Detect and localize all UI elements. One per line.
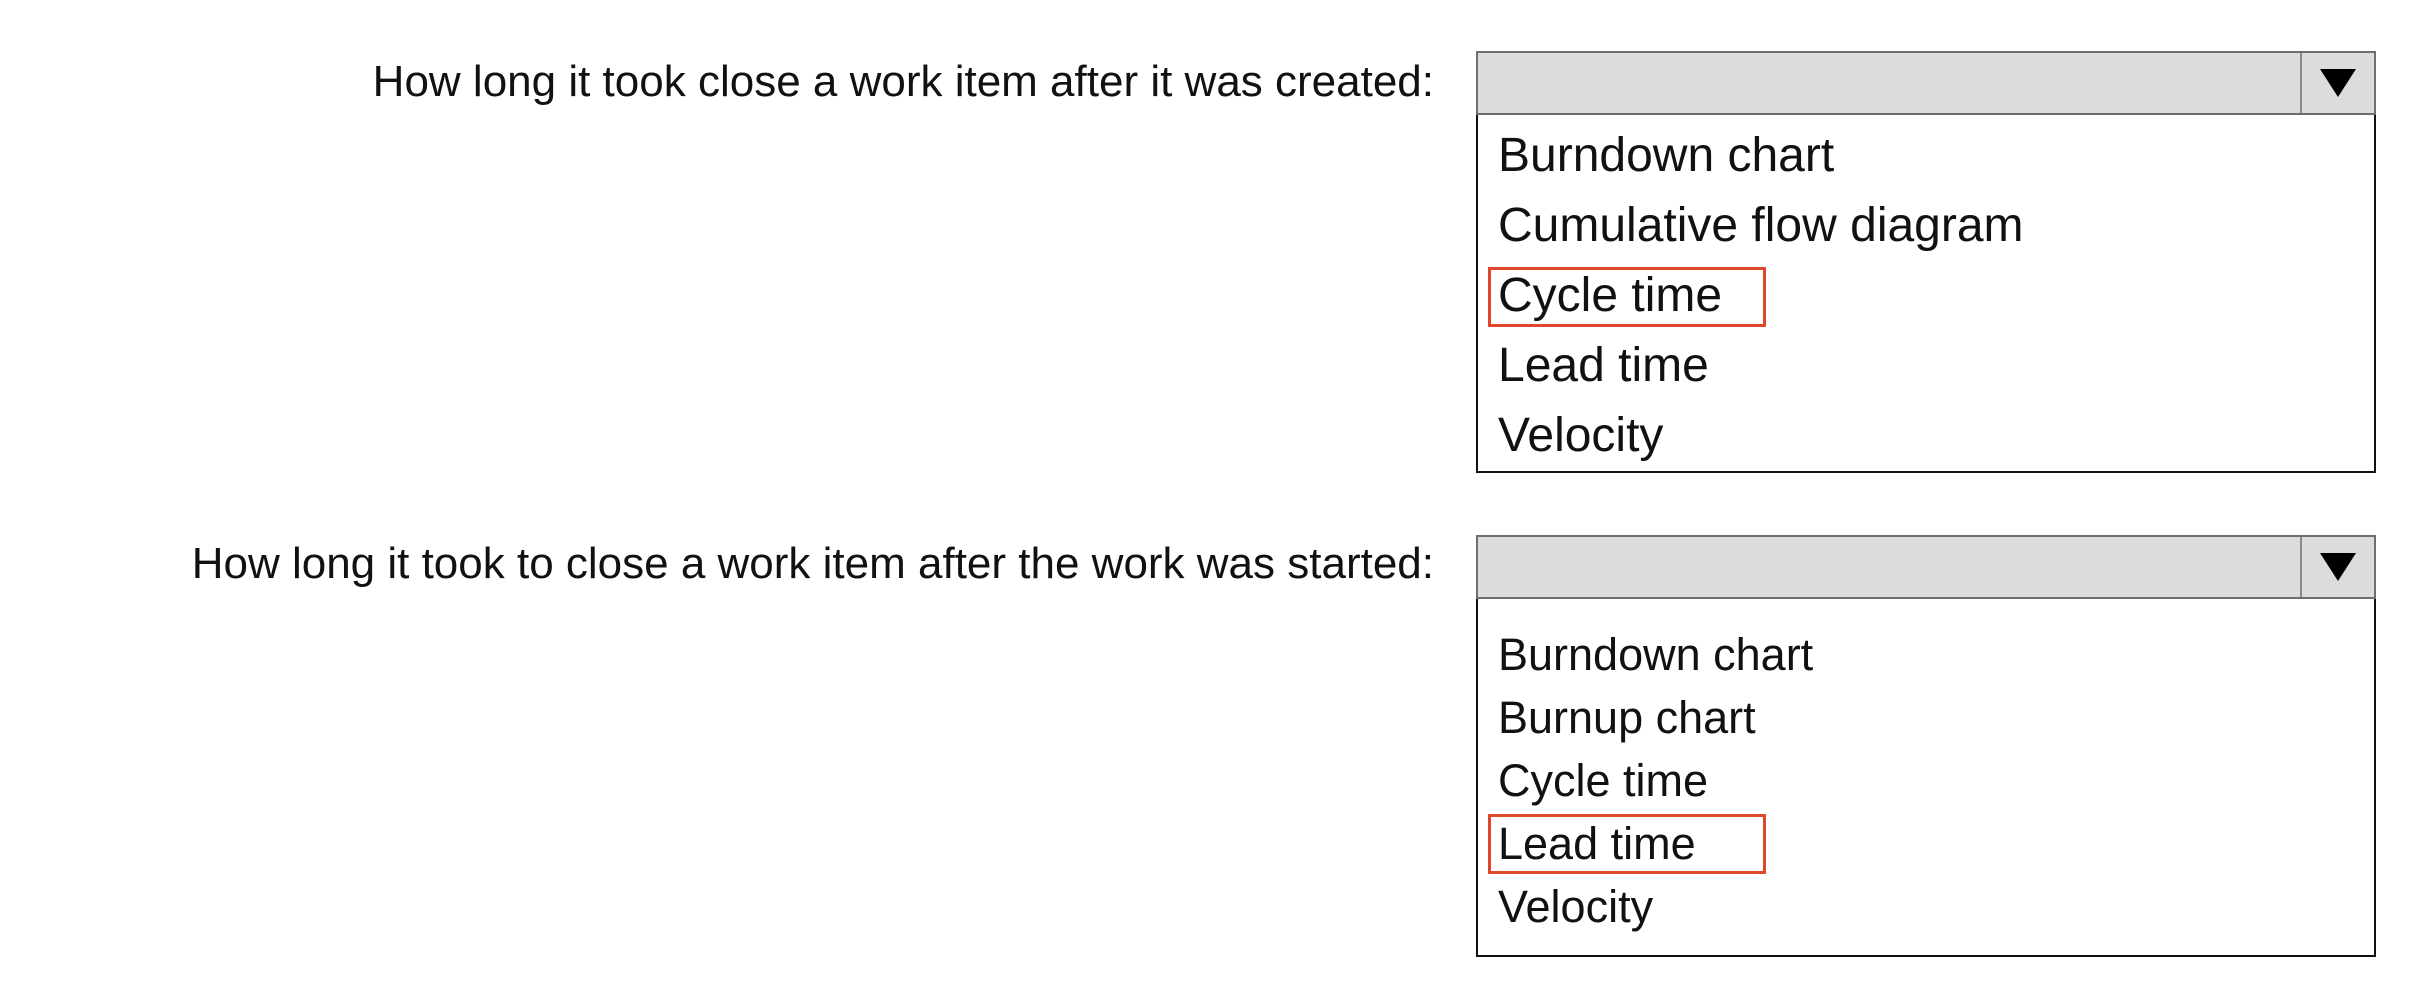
option-label: Velocity — [1498, 881, 1654, 932]
option-label: Cumulative flow diagram — [1498, 199, 2024, 252]
option-burndown-chart[interactable]: Burndown chart — [1478, 121, 2374, 191]
option-lead-time[interactable]: Lead time — [1478, 812, 2374, 875]
question-1-prompt: How long it took close a work item after… — [372, 57, 1434, 106]
option-cycle-time[interactable]: Cycle time — [1478, 749, 2374, 812]
question-2-select-header[interactable] — [1476, 535, 2376, 599]
question-2-prompt: How long it took to close a work item af… — [191, 539, 1434, 588]
option-burndown-chart[interactable]: Burndown chart — [1478, 623, 2374, 686]
option-burnup-chart[interactable]: Burnup chart — [1478, 686, 2374, 749]
question-2: How long it took to close a work item af… — [0, 480, 2434, 1008]
option-label: Burndown chart — [1498, 129, 1835, 182]
question-2-dropdown-toggle[interactable] — [2300, 537, 2374, 597]
question-1-dropdown[interactable]: Burndown chart Cumulative flow diagram C… — [1476, 51, 2376, 473]
triangle-down-icon — [2320, 69, 2356, 97]
question-1: How long it took close a work item after… — [0, 0, 2434, 480]
option-velocity[interactable]: Velocity — [1478, 875, 2374, 938]
option-cumulative-flow-diagram[interactable]: Cumulative flow diagram — [1478, 191, 2374, 261]
option-label: Lead time — [1498, 818, 1696, 869]
option-label: Burnup chart — [1498, 692, 1756, 743]
triangle-down-icon — [2320, 553, 2356, 581]
question-2-options-list: Burndown chart Burnup chart Cycle time L… — [1476, 599, 2376, 957]
option-label: Cycle time — [1498, 755, 1709, 806]
option-label: Cycle time — [1498, 269, 1723, 322]
question-1-select-header[interactable] — [1476, 51, 2376, 115]
question-1-options-list: Burndown chart Cumulative flow diagram C… — [1476, 115, 2376, 473]
option-label: Velocity — [1498, 409, 1664, 462]
option-cycle-time[interactable]: Cycle time — [1478, 261, 2374, 331]
option-label: Lead time — [1498, 339, 1709, 392]
option-velocity[interactable]: Velocity — [1478, 401, 2374, 471]
question-1-dropdown-toggle[interactable] — [2300, 53, 2374, 113]
option-lead-time[interactable]: Lead time — [1478, 331, 2374, 401]
option-label: Burndown chart — [1498, 629, 1814, 680]
question-2-dropdown[interactable]: Burndown chart Burnup chart Cycle time L… — [1476, 535, 2376, 957]
